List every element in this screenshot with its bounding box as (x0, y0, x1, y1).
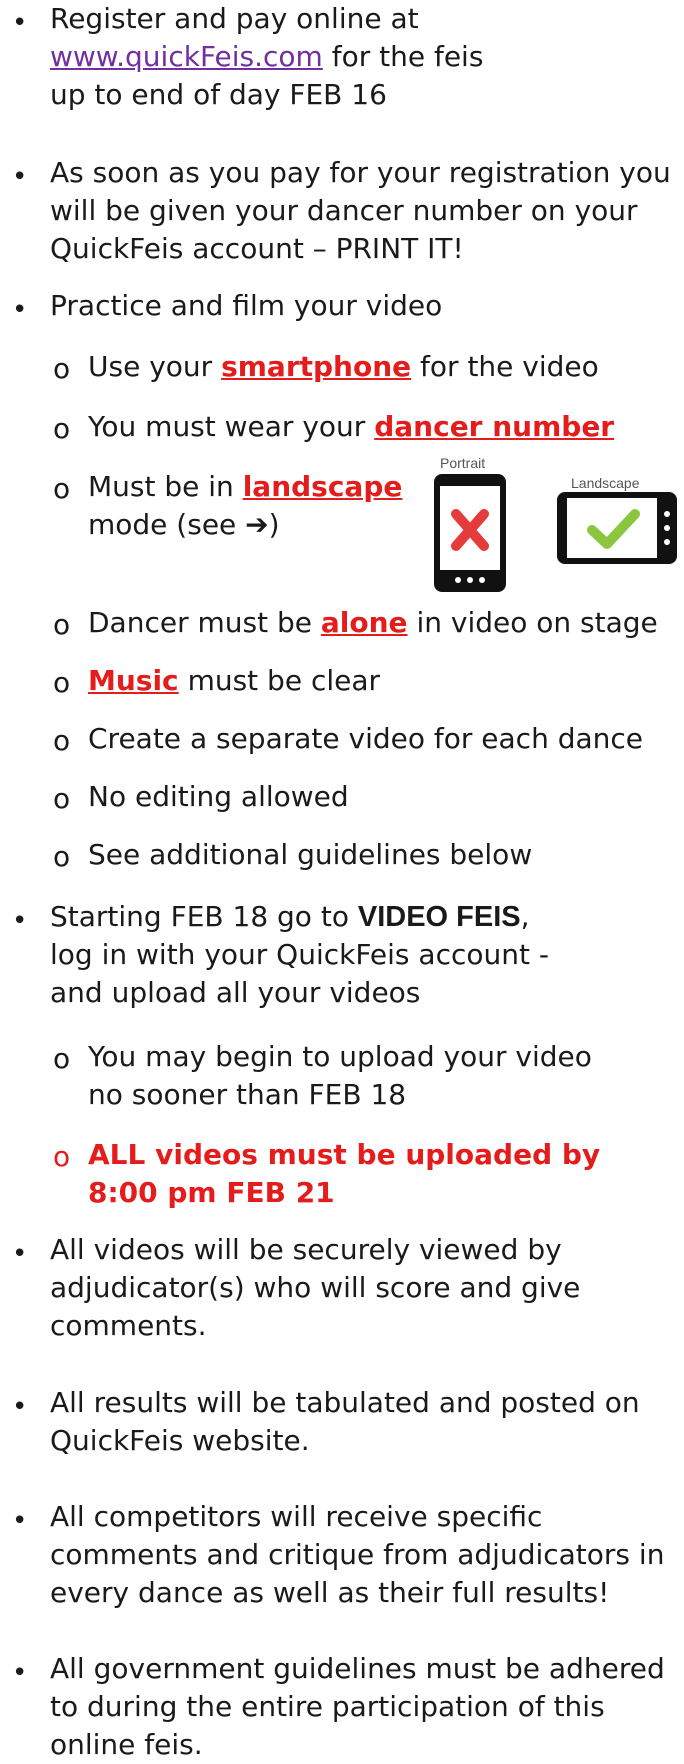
sub-item-landscape: Must be in landscape mode (see ➔) (88, 468, 402, 544)
text: Use your (88, 350, 222, 383)
sub-item-separate: Create a separate video for each dance (88, 720, 643, 758)
list-item-critique: All competitors will receive specific co… (50, 1498, 664, 1612)
bullet: • (12, 906, 28, 936)
bullet: • (12, 1658, 28, 1688)
text: to during the entire participation of th… (50, 1690, 605, 1723)
sub-item-music: Music must be clear (88, 662, 380, 700)
list-item-upload: Starting FEB 18 go to VIDEO FEIS, log in… (50, 898, 549, 1012)
list-item-results: All results will be tabulated and posted… (50, 1384, 640, 1460)
list-item-register: Register and pay online at www.quickFeis… (50, 0, 483, 114)
bullet: • (12, 295, 28, 325)
circle-bullet: o (53, 724, 71, 757)
list-item-practice: Practice and film your video (50, 287, 442, 325)
text: See additional guidelines below (88, 838, 533, 871)
sub-item-begin-upload: You may begin to upload your video no so… (88, 1038, 592, 1114)
text: You may begin to upload your video (88, 1040, 592, 1073)
circle-bullet: o (53, 412, 71, 445)
text: in video on stage (407, 606, 658, 639)
sub-item-smartphone: Use your smartphone for the video (88, 348, 599, 386)
text: All videos will be securely viewed by (50, 1233, 562, 1266)
quickfeis-link[interactable]: www.quickFeis.com (50, 40, 323, 73)
circle-bullet: o (53, 666, 71, 699)
text: Register and pay online at (50, 2, 419, 35)
text: ALL videos must be uploaded by (88, 1138, 601, 1171)
bullet: • (12, 8, 28, 38)
highlight: Music (88, 664, 179, 697)
circle-bullet: o (53, 840, 71, 873)
text: for the video (411, 350, 599, 383)
landscape-label: Landscape (571, 475, 640, 491)
list-item-government: All government guidelines must be adhere… (50, 1650, 665, 1764)
text: , (520, 900, 530, 933)
landscape-phone-icon (557, 492, 677, 564)
text: must be clear (178, 664, 381, 697)
text: Create a separate video for each dance (88, 722, 644, 755)
portrait-label: Portrait (440, 455, 486, 471)
text: Practice and film your video (50, 289, 443, 322)
text: ) (268, 508, 280, 541)
text: mode (see (88, 508, 246, 541)
text: QuickFeis website. (50, 1424, 310, 1457)
sub-item-editing: No editing allowed (88, 778, 349, 816)
circle-bullet: o (53, 782, 71, 815)
sub-item-guidelines: See additional guidelines below (88, 836, 532, 874)
text: Must be in (88, 470, 243, 503)
text: Dancer must be (88, 606, 321, 639)
list-item-viewed: All videos will be securely viewed by ad… (50, 1231, 580, 1345)
list-item-pay: As soon as you pay for your registration… (50, 154, 671, 268)
circle-bullet: o (53, 608, 71, 641)
circle-bullet: o (53, 1042, 71, 1075)
bullet: • (12, 1506, 28, 1536)
text: Starting FEB 18 go to (50, 900, 358, 933)
text: You must wear your (88, 410, 375, 443)
circle-bullet: o (53, 1140, 71, 1173)
circle-bullet: o (53, 352, 71, 385)
text: and upload all your videos (50, 976, 421, 1009)
text: QuickFeis account – PRINT IT! (50, 232, 464, 265)
highlight: dancer number (374, 410, 615, 443)
bullet: • (12, 1239, 28, 1269)
text: All government guidelines must be adhere… (50, 1652, 665, 1685)
bullet: • (12, 162, 28, 192)
text: no sooner than FEB 18 (88, 1078, 407, 1111)
text: will be given your dancer number on your (50, 194, 638, 227)
text: up to end of day FEB 16 (50, 78, 387, 111)
sub-item-alone: Dancer must be alone in video on stage (88, 604, 658, 642)
text: 8:00 pm FEB 21 (88, 1176, 335, 1209)
text: adjudicator(s) who will score and give (50, 1271, 581, 1304)
text: All competitors will receive specific (50, 1500, 543, 1533)
circle-bullet: o (53, 472, 71, 505)
portrait-phone-icon (434, 474, 506, 592)
text: log in with your QuickFeis account - (50, 938, 549, 971)
text: for the feis (322, 40, 484, 73)
text: comments. (50, 1309, 207, 1342)
text: online feis. (50, 1728, 203, 1761)
arrow-right-icon: ➔ (245, 508, 269, 541)
text: As soon as you pay for your registration… (50, 156, 671, 189)
bullet: • (12, 1392, 28, 1422)
sub-item-dancer-number: You must wear your dancer number (88, 408, 614, 446)
text: No editing allowed (88, 780, 349, 813)
highlight: landscape (242, 470, 403, 503)
text: every dance as well as their full result… (50, 1576, 610, 1609)
highlight: smartphone (221, 350, 412, 383)
text: All results will be tabulated and posted… (50, 1386, 640, 1419)
video-feis-label: VIDEO FEIS (357, 901, 521, 933)
highlight: alone (320, 606, 408, 639)
sub-item-deadline: ALL videos must be uploaded by 8:00 pm F… (88, 1136, 600, 1212)
text: comments and critique from adjudicators … (50, 1538, 665, 1571)
